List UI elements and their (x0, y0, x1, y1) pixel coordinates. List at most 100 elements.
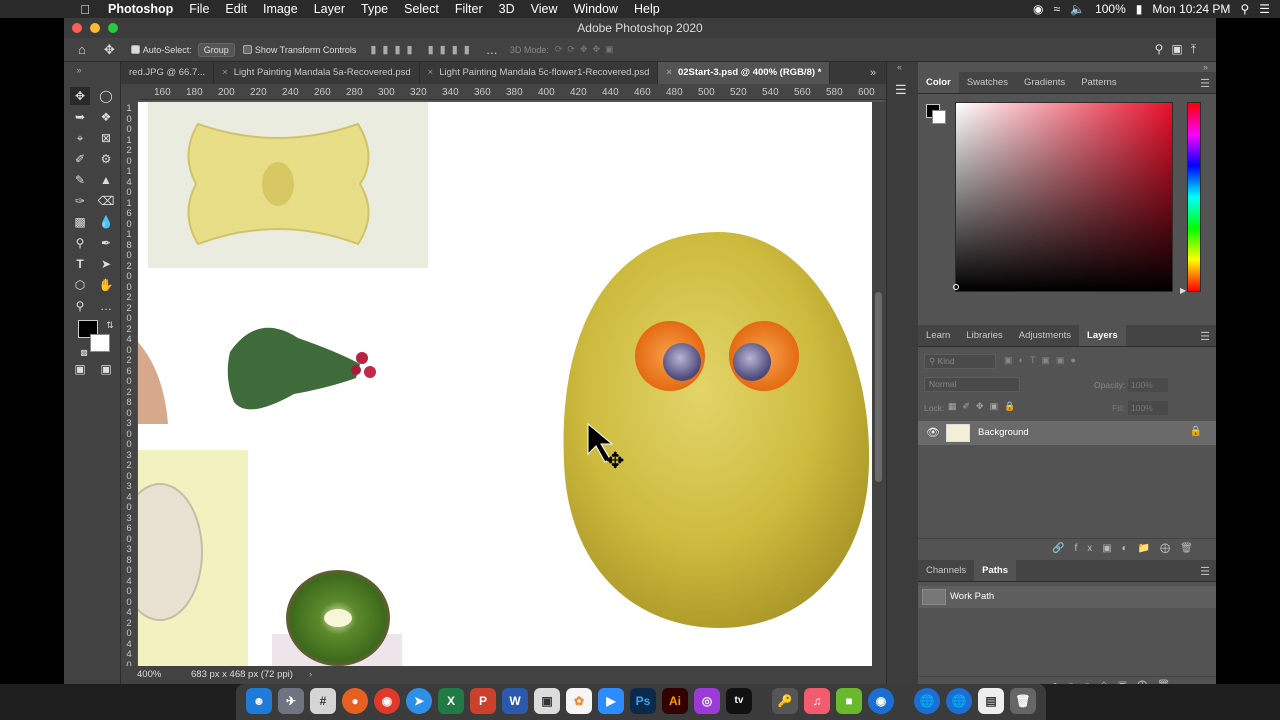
fill-input[interactable]: 100% (1128, 401, 1168, 415)
healing-brush-tool-icon[interactable]: ⚙ (96, 150, 116, 168)
shape-tool-icon[interactable]: ⬡ (70, 276, 90, 294)
tab-layers[interactable]: Layers (1079, 325, 1126, 346)
tab-swatches[interactable]: Swatches (959, 72, 1016, 93)
history-brush-tool-icon[interactable]: ✑ (70, 192, 90, 210)
tab-overflow-icon[interactable]: » (870, 67, 876, 79)
menu-filter[interactable]: Filter (447, 2, 491, 16)
type-tool-icon[interactable]: T (70, 255, 90, 273)
volume-icon[interactable]: 🔈 (1070, 2, 1085, 16)
transform-controls-option[interactable]: Show Transform Controls (242, 45, 356, 55)
tab-gradients[interactable]: Gradients (1016, 72, 1073, 93)
layer-name[interactable]: Background (978, 427, 1029, 438)
close-window-button[interactable] (72, 23, 82, 33)
quick-mask-icon[interactable]: ▣ (70, 360, 90, 378)
more-tools-icon[interactable]: … (96, 297, 116, 315)
home-icon[interactable]: ⌂ (78, 42, 86, 57)
screen-mode-icon[interactable]: ▣ (96, 360, 116, 378)
spotlight-search-icon[interactable]: ⚲ (1240, 2, 1249, 16)
3d-mode-icons[interactable]: ⟳⟳✥✥▣ (555, 44, 619, 55)
expand-panels-icon[interactable]: « (897, 62, 902, 72)
network-icon[interactable]: ◉ (868, 688, 894, 714)
collapse-panels-icon[interactable]: » (1203, 62, 1208, 72)
lasso-tool-icon[interactable]: ➥ (70, 108, 90, 126)
clone-stamp-tool-icon[interactable]: ▲ (96, 171, 116, 189)
zoom-app-icon[interactable]: ▶ (598, 688, 624, 714)
auto-select-dropdown[interactable]: Group (197, 42, 235, 57)
globe-icon[interactable]: 🌐 (946, 688, 972, 714)
workspace-icons[interactable]: ⚲▣⤒ (1155, 42, 1204, 57)
powerpoint-icon[interactable]: P (470, 688, 496, 714)
gradient-tool-icon[interactable]: ▩ (70, 213, 90, 231)
slack-icon[interactable]: # (310, 688, 336, 714)
launchpad-icon[interactable]: ✈ (278, 688, 304, 714)
eraser-tool-icon[interactable]: ⌫ (96, 192, 116, 210)
tab-document-1[interactable]: red.JPG @ 66.7... (121, 62, 215, 84)
collapse-toolbar-icon[interactable]: » (69, 61, 89, 79)
apple-menu-icon[interactable]:  (72, 2, 98, 17)
menu-view[interactable]: View (523, 2, 566, 16)
trash-icon[interactable]: 🗑 (1010, 688, 1036, 714)
hue-slider[interactable] (1187, 102, 1201, 292)
move-tool-icon[interactable]: ✥ (70, 87, 90, 105)
canvas-vertical-scrollbar[interactable] (872, 102, 886, 666)
control-center-icon[interactable]: ☰ (1259, 2, 1270, 16)
podcasts-icon[interactable]: ◎ (694, 688, 720, 714)
crop-tool-icon[interactable]: ⌖ (70, 129, 90, 147)
tab-adjustments[interactable]: Adjustments (1011, 325, 1079, 346)
lock-icons[interactable]: ▦✐✥▣🔒 (948, 401, 1021, 412)
menubar-clock[interactable]: Mon 10:24 PM (1152, 2, 1230, 16)
excel-icon[interactable]: X (438, 688, 464, 714)
tab-document-3[interactable]: × Light Painting Mandala 5c-flower1-Recov… (420, 62, 659, 84)
document-canvas[interactable]: ✥ (138, 102, 872, 666)
color-field[interactable] (955, 102, 1173, 292)
panel-menu-icon[interactable]: ☰ (1200, 330, 1210, 343)
close-tab-icon[interactable]: × (666, 67, 672, 78)
menu-edit[interactable]: Edit (217, 2, 255, 16)
globe-icon[interactable]: 🌐 (914, 688, 940, 714)
tab-color[interactable]: Color (918, 72, 959, 93)
word-icon[interactable]: W (502, 688, 528, 714)
opacity-input[interactable]: 100% (1128, 378, 1168, 392)
quick-select-tool-icon[interactable]: ❖ (96, 108, 116, 126)
path-selection-tool-icon[interactable]: ➤ (96, 255, 116, 273)
menu-3d[interactable]: 3D (491, 2, 523, 16)
layer-filter-icons[interactable]: ▣◐T▣▣● (1004, 355, 1082, 366)
music-icon[interactable]: ♫ (804, 688, 830, 714)
eyedropper-tool-icon[interactable]: ✐ (70, 150, 90, 168)
dodge-tool-icon[interactable]: ⚲ (70, 234, 90, 252)
zoom-window-button[interactable] (108, 23, 118, 33)
keychain-icon[interactable]: 🔑 (772, 688, 798, 714)
menu-window[interactable]: Window (566, 2, 626, 16)
pen-tool-icon[interactable]: ✒ (96, 234, 116, 252)
blur-tool-icon[interactable]: 💧 (96, 213, 116, 231)
tab-document-active[interactable]: × 02Start-3.psd @ 400% (RGB/8) * (658, 62, 831, 84)
tab-patterns[interactable]: Patterns (1073, 72, 1124, 93)
photos-icon[interactable]: ✿ (566, 688, 592, 714)
app-menu[interactable]: Photoshop (98, 2, 181, 16)
transform-controls-checkbox[interactable] (242, 45, 252, 54)
vertical-ruler[interactable]: 1001201401601802002202402602803003203403… (121, 100, 137, 666)
zoom-level[interactable]: 400% (137, 666, 161, 684)
finder-icon[interactable]: ☻ (246, 688, 272, 714)
menu-help[interactable]: Help (626, 2, 668, 16)
tab-paths[interactable]: Paths (974, 560, 1017, 581)
layer-footer-icons[interactable]: 🔗fx▣◐📁⨁🗑 (1052, 543, 1203, 554)
hue-slider-handle[interactable]: ▶ (1180, 286, 1186, 295)
layer-filter-dropdown[interactable]: ⚲ Kind (924, 354, 996, 369)
tab-libraries[interactable]: Libraries (958, 325, 1010, 346)
close-tab-icon[interactable]: × (428, 67, 434, 78)
move-tool-preset-icon[interactable]: ✥ (104, 42, 115, 58)
wifi-icon[interactable]: ≈ (1054, 2, 1061, 16)
auto-select-option[interactable]: Auto-Select: (130, 45, 192, 55)
record-status-icon[interactable]: ◉ (1033, 2, 1043, 16)
more-options-icon[interactable]: … (486, 43, 498, 57)
tab-learn[interactable]: Learn (918, 325, 958, 346)
history-panel-icon[interactable]: ☰ (895, 82, 907, 98)
menu-select[interactable]: Select (396, 2, 447, 16)
menu-type[interactable]: Type (353, 2, 396, 16)
menu-layer[interactable]: Layer (306, 2, 353, 16)
path-name[interactable]: Work Path (950, 591, 994, 602)
marquee-tool-icon[interactable]: ◯ (96, 87, 116, 105)
frame-tool-icon[interactable]: ⊠ (96, 129, 116, 147)
status-menu-icon[interactable]: › (309, 666, 312, 684)
